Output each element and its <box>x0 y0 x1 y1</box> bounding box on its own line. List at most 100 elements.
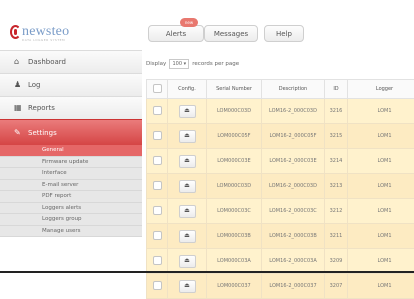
bottom-divider <box>0 271 414 273</box>
logger-cell: LOM1 <box>348 99 414 124</box>
column-header-config[interactable]: Config. <box>168 80 207 99</box>
logo-mark-icon <box>10 25 21 39</box>
subnav-item-manage-users[interactable]: Manage users <box>0 226 142 238</box>
eject-icon: ⏏ <box>184 133 190 139</box>
home-icon: ⌂ <box>14 58 24 66</box>
config-button[interactable]: ⏏ <box>179 130 196 143</box>
description-cell: LOM16-2_000C03E <box>262 149 325 174</box>
top-toolbar: Alerts new Messages Help <box>142 18 414 52</box>
nav-item-settings[interactable]: ✎ Settings <box>0 119 142 145</box>
row-select-cell <box>147 224 168 249</box>
column-header-serial-number[interactable]: Serial Number <box>207 80 262 99</box>
row-select-cell <box>147 99 168 124</box>
chevron-down-icon: ▾ <box>184 61 187 67</box>
nav-item-reports[interactable]: ▦ Reports <box>0 96 142 119</box>
table-row[interactable]: ⏏LOM000C03CLOM16-2_000C03C3212LOM1 <box>147 199 414 224</box>
serial-number-cell: LOM000C03E <box>207 149 262 174</box>
table-row[interactable]: ⏏LOM000C03DLOM16-2_000C03D3213LOM1 <box>147 174 414 199</box>
logger-cell: LOM1 <box>348 224 414 249</box>
logger-cell: LOM1 <box>348 249 414 274</box>
row-checkbox[interactable] <box>153 156 162 165</box>
logger-cell: LOM1 <box>348 174 414 199</box>
row-checkbox[interactable] <box>153 256 162 265</box>
display-prefix: Display <box>146 61 166 67</box>
table-row[interactable]: ⏏LOM000C03BLOM16-2_000C03B3211LOM1 <box>147 224 414 249</box>
config-cell: ⏏ <box>168 224 207 249</box>
config-button[interactable]: ⏏ <box>179 155 196 168</box>
help-label: Help <box>276 30 292 38</box>
records-per-page-select[interactable]: 100 ▾ <box>169 59 189 69</box>
description-cell: LOM16-2_000C03A <box>262 249 325 274</box>
table-header-row: Config. Serial Number Description ID Log… <box>147 80 414 99</box>
config-button[interactable]: ⏏ <box>179 205 196 218</box>
records-per-page: Display 100 ▾ records per page <box>146 59 239 69</box>
logger-cell: LOM1 <box>348 199 414 224</box>
nav-item-log[interactable]: ♟ Log <box>0 73 142 96</box>
subnav-item-interface[interactable]: Interface <box>0 168 142 180</box>
column-header-description[interactable]: Description <box>262 80 325 99</box>
row-select-cell <box>147 199 168 224</box>
row-checkbox[interactable] <box>153 206 162 215</box>
eject-icon: ⏏ <box>184 158 190 164</box>
description-cell: LOM16-2_000C03D <box>262 174 325 199</box>
config-cell: ⏏ <box>168 199 207 224</box>
row-checkbox[interactable] <box>153 231 162 240</box>
nav-item-label: Reports <box>28 104 55 112</box>
column-header-id[interactable]: ID <box>325 80 348 99</box>
row-checkbox[interactable] <box>153 181 162 190</box>
select-all-header[interactable] <box>147 80 168 99</box>
eject-icon: ⏏ <box>184 283 190 289</box>
config-button[interactable]: ⏏ <box>179 255 196 268</box>
row-select-cell <box>147 249 168 274</box>
subnav-item-general[interactable]: General <box>0 145 142 157</box>
config-cell: ⏏ <box>168 99 207 124</box>
config-button[interactable]: ⏏ <box>179 105 196 118</box>
subnav-item-loggers-alerts[interactable]: Loggers alerts <box>0 203 142 215</box>
serial-number-cell: LOM000C037 <box>207 274 262 299</box>
logger-cell: LOM1 <box>348 274 414 299</box>
id-cell: 3213 <box>325 174 348 199</box>
serial-number-cell: LOM000C05F <box>207 124 262 149</box>
config-cell: ⏏ <box>168 249 207 274</box>
subnav-item-firmware-update[interactable]: Firmware update <box>0 157 142 169</box>
nav-item-dashboard[interactable]: ⌂ Dashboard <box>0 50 142 73</box>
table-row[interactable]: ⏏ LOM000C03ALOM16-2_000C03A3209LOM1 <box>147 249 414 274</box>
serial-number-cell: LOM000C03C <box>207 199 262 224</box>
config-cell: ⏏ <box>168 149 207 174</box>
wrench-icon: ✎ <box>14 129 24 137</box>
serial-number-cell: LOM000C03B <box>207 224 262 249</box>
nav-item-label: Log <box>28 81 41 89</box>
subnav-item-email-server[interactable]: E-mail server <box>0 180 142 192</box>
messages-button[interactable]: Messages <box>204 25 258 42</box>
eject-icon: ⏏ <box>184 258 190 264</box>
chart-icon: ▦ <box>14 104 24 112</box>
serial-number-cell: LOM000C03D <box>207 99 262 124</box>
config-cell: ⏏ <box>168 274 207 299</box>
id-cell: 3209 <box>325 249 348 274</box>
logo-subtitle: DATA LOGGER SYSTEM <box>22 38 65 42</box>
serial-number-cell: LOM000C03A <box>207 249 262 274</box>
subnav-item-loggers-group[interactable]: Loggers group <box>0 214 142 226</box>
table-row[interactable]: ⏏LOM000C03DLOM16-2_000C03D3216LOM1 <box>147 99 414 124</box>
config-button[interactable]: ⏏ <box>179 230 196 243</box>
row-checkbox[interactable] <box>153 106 162 115</box>
table-row[interactable]: ⏏LOM000C05FLOM16-2_000C05F3215LOM1 <box>147 124 414 149</box>
id-cell: 3216 <box>325 99 348 124</box>
column-header-logger[interactable]: Logger <box>348 80 414 99</box>
table-row[interactable]: ⏏LOM000C037LOM16-2_000C0373207LOM1 <box>147 274 414 299</box>
alerts-button[interactable]: Alerts <box>148 25 204 42</box>
config-button[interactable]: ⏏ <box>179 180 196 193</box>
select-all-checkbox[interactable] <box>153 84 162 93</box>
id-cell: 3207 <box>325 274 348 299</box>
row-checkbox[interactable] <box>153 131 162 140</box>
description-cell: LOM16-2_000C03C <box>262 199 325 224</box>
config-button[interactable]: ⏏ <box>179 280 196 293</box>
table-row[interactable]: ⏏LOM000C03ELOM16-2_000C03E3214LOM1 <box>147 149 414 174</box>
subnav-item-pdf-report[interactable]: PDF report <box>0 191 142 203</box>
description-cell: LOM16-2_000C05F <box>262 124 325 149</box>
row-select-cell <box>147 149 168 174</box>
help-button[interactable]: Help <box>264 25 304 42</box>
messages-label: Messages <box>214 30 248 38</box>
records-per-page-value: 100 <box>172 61 182 67</box>
user-icon: ♟ <box>14 81 24 89</box>
